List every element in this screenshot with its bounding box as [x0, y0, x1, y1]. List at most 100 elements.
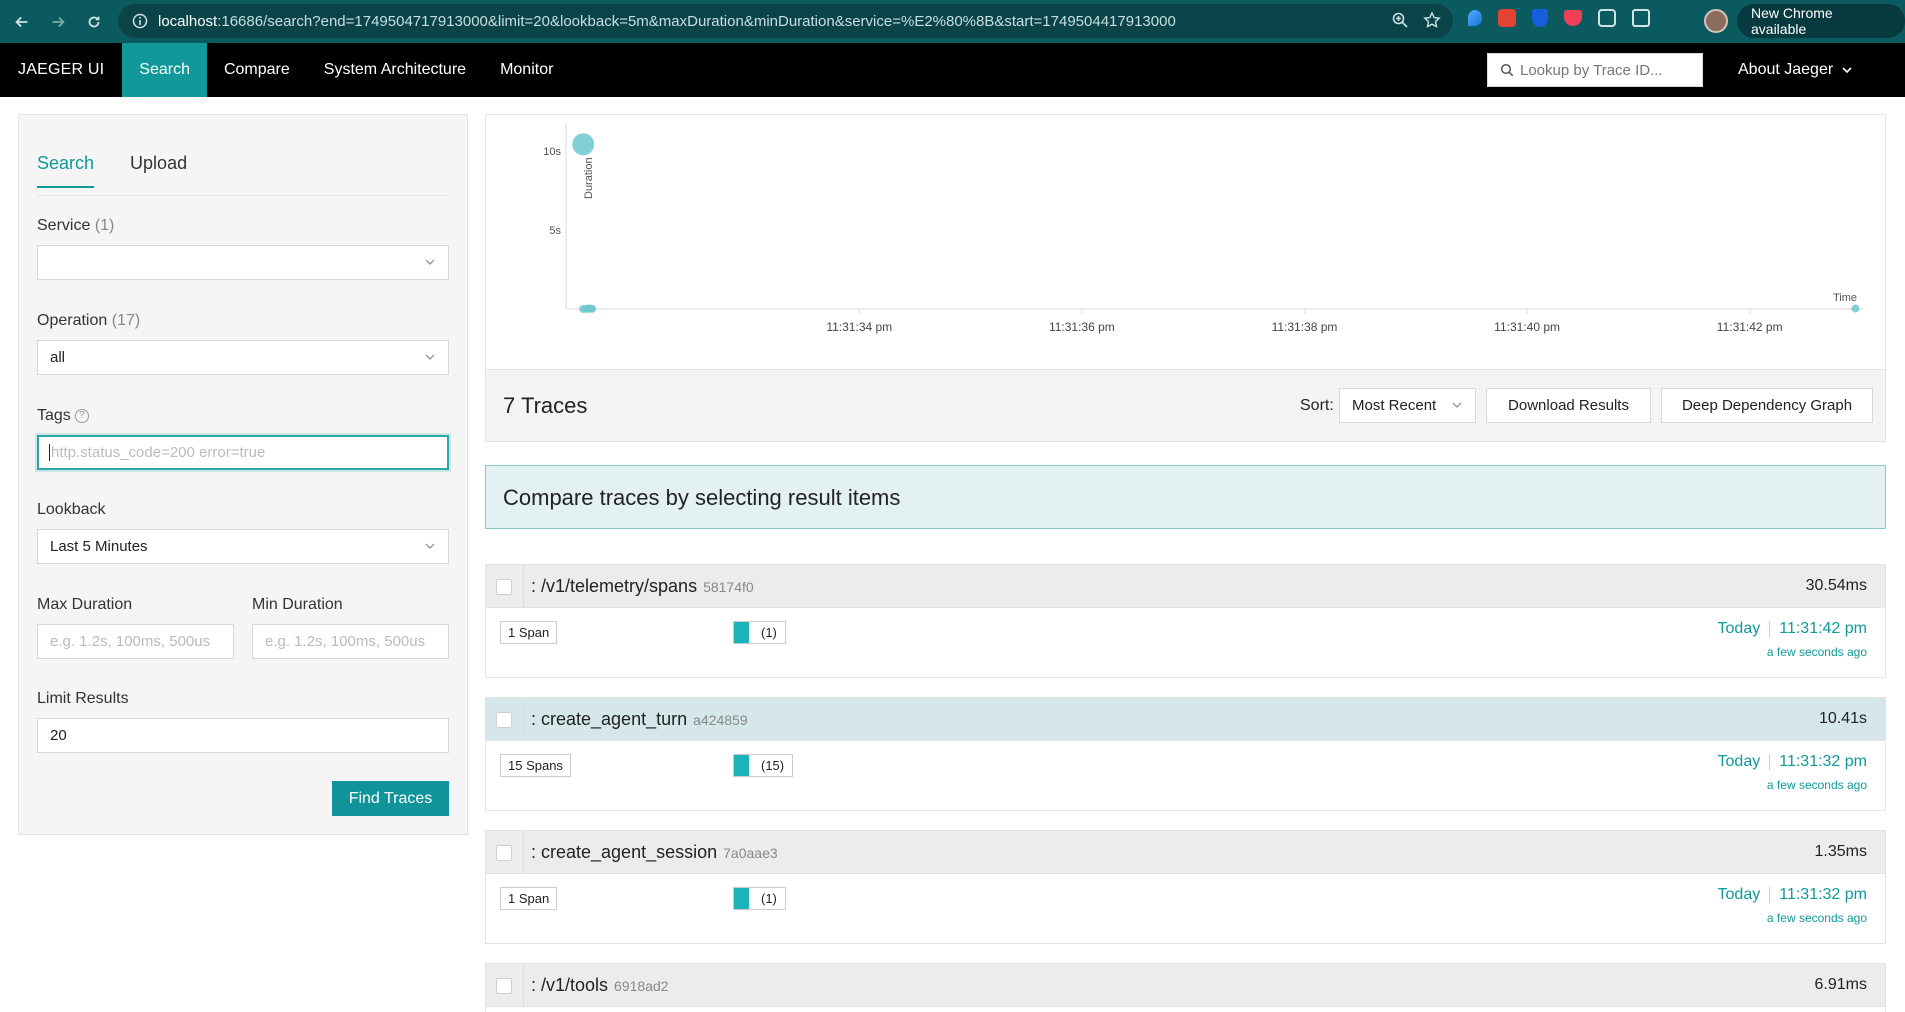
bookmark-star-icon[interactable]: [1423, 11, 1441, 29]
chevron-down-icon: [425, 259, 435, 265]
trace-select-checkbox[interactable]: [496, 978, 512, 994]
about-jaeger-dropdown[interactable]: About Jaeger: [1738, 43, 1853, 97]
trace-select-checkbox[interactable]: [496, 845, 512, 861]
trace-result-item[interactable]: : /v1/telemetry/spans 58174f0 30.54ms 1 S…: [485, 564, 1886, 678]
nav-compare[interactable]: Compare: [207, 43, 307, 97]
y-tick-label: 5s: [549, 225, 561, 237]
x-tick-label: 11:31:34 pm: [826, 320, 892, 334]
tab-search[interactable]: Search: [37, 153, 95, 188]
sort-select-value: Most Recent: [1352, 397, 1437, 414]
browser-toolbar: localhost:16686/search?end=1749504717913…: [0, 0, 1905, 43]
trace-relative-time: a few seconds ago: [1766, 911, 1867, 925]
trace-timestamp: Today 11:31:32 pm: [1717, 753, 1867, 770]
new-chrome-available-button[interactable]: New Chrome available: [1737, 4, 1905, 38]
service-tag: (1): [733, 621, 786, 644]
extension-bitwarden-icon[interactable]: [1532, 9, 1548, 27]
reload-icon[interactable]: [80, 8, 108, 36]
operation-select[interactable]: all: [37, 340, 449, 375]
jaeger-brand-link[interactable]: JAEGER UI: [0, 43, 122, 97]
jaeger-top-nav: JAEGER UI Search Compare System Architec…: [0, 43, 1905, 97]
extension-pocket-icon[interactable]: [1564, 10, 1582, 26]
back-icon[interactable]: [8, 8, 36, 36]
forward-icon[interactable]: [44, 8, 72, 36]
tags-input[interactable]: http.status_code=200 error=true: [37, 435, 449, 470]
search-results-header: 7 Traces Sort: Most Recent Download Resu…: [485, 370, 1886, 442]
trace-title[interactable]: : create_agent_session 7a0aae3: [531, 842, 778, 863]
trace-result-header[interactable]: : create_agent_session 7a0aae3 1.35ms: [486, 831, 1885, 874]
help-icon[interactable]: ?: [74, 409, 89, 423]
service-tag: (1): [733, 887, 786, 910]
search-form-tabs: Search Upload: [37, 153, 187, 188]
trace-result-item[interactable]: : create_agent_turn a424859 10.41s 15 Spa…: [485, 697, 1886, 811]
trace-point: [572, 133, 595, 156]
divider: [523, 698, 524, 741]
trace-result-header[interactable]: : create_agent_turn a424859 10.41s: [486, 698, 1885, 741]
nav-search[interactable]: Search: [122, 43, 207, 97]
x-tick-label: 11:31:38 pm: [1272, 320, 1338, 334]
address-bar[interactable]: localhost:16686/search?end=1749504717913…: [118, 4, 1453, 38]
profile-avatar[interactable]: [1704, 9, 1728, 33]
nav-system-architecture[interactable]: System Architecture: [307, 43, 483, 97]
trace-id-input[interactable]: [1520, 61, 1690, 79]
lookback-select-value: Last 5 Minutes: [50, 538, 148, 555]
zoom-icon[interactable]: [1391, 11, 1409, 29]
trace-relative-time: a few seconds ago: [1766, 645, 1867, 659]
x-tick-label: 11:31:36 pm: [1049, 320, 1115, 334]
extension-gem-icon[interactable]: [1468, 10, 1482, 26]
extension-todoist-icon[interactable]: [1498, 9, 1516, 27]
trace-title[interactable]: : /v1/telemetry/spans 58174f0: [531, 576, 754, 597]
trace-result-header[interactable]: : /v1/telemetry/spans 58174f0 30.54ms: [486, 565, 1885, 608]
x-axis-label: Time: [1833, 292, 1857, 304]
search-form-panel: Search Upload Service (1) Operation (17)…: [18, 114, 468, 835]
trace-result-item[interactable]: : /v1/tools 6918ad2 6.91ms: [485, 963, 1886, 1012]
tags-label: Tags?: [37, 407, 89, 425]
min-duration-label: Min Duration: [252, 596, 343, 613]
trace-relative-time: a few seconds ago: [1766, 778, 1867, 792]
service-select[interactable]: [37, 245, 449, 280]
trace-title[interactable]: : create_agent_turn a424859: [531, 709, 748, 730]
trace-result-header[interactable]: : /v1/tools 6918ad2 6.91ms: [486, 964, 1885, 1007]
chevron-down-icon: [1842, 67, 1852, 74]
limit-results-input[interactable]: 20: [37, 718, 449, 753]
trace-timestamp: Today 11:31:32 pm: [1717, 886, 1867, 903]
span-count-badge: 1 Span: [500, 621, 558, 644]
compare-banner-text: Compare traces by selecting result items: [503, 485, 901, 510]
trace-select-checkbox[interactable]: [496, 579, 512, 595]
y-tick-label: 10s: [543, 146, 561, 158]
trace-point: [588, 304, 597, 313]
compare-traces-banner: Compare traces by selecting result items: [485, 465, 1886, 529]
extensions-puzzle-icon[interactable]: [1632, 9, 1650, 27]
chevron-down-icon: [1452, 402, 1462, 408]
y-axis-label: Duration: [583, 157, 595, 199]
trace-duration: 6.91ms: [1814, 976, 1867, 993]
trace-id-lookup[interactable]: [1487, 53, 1703, 87]
deep-dependency-graph-button[interactable]: Deep Dependency Graph: [1661, 388, 1873, 423]
extension-grid-icon[interactable]: [1598, 9, 1616, 27]
service-tag: (15): [733, 754, 794, 777]
span-count-badge: 1 Span: [500, 887, 558, 910]
site-info-icon[interactable]: [132, 13, 148, 29]
max-duration-label: Max Duration: [37, 596, 133, 613]
max-duration-input[interactable]: e.g. 1.2s, 100ms, 500us: [37, 624, 234, 659]
x-tick-label: 11:31:42 pm: [1717, 320, 1783, 334]
tab-upload[interactable]: Upload: [130, 153, 187, 188]
chevron-down-icon: [425, 543, 435, 549]
divider: [523, 565, 524, 608]
min-duration-input[interactable]: e.g. 1.2s, 100ms, 500us: [252, 624, 449, 659]
trace-result-item[interactable]: : create_agent_session 7a0aae3 1.35ms 1 S…: [485, 830, 1886, 944]
sort-select[interactable]: Most Recent: [1339, 388, 1476, 423]
span-count-badge: 15 Spans: [500, 754, 571, 777]
divider: [523, 831, 524, 874]
trace-select-checkbox[interactable]: [496, 712, 512, 728]
trace-duration: 30.54ms: [1805, 577, 1867, 594]
trace-id: 6918ad2: [614, 978, 669, 994]
download-results-button[interactable]: Download Results: [1486, 388, 1651, 423]
trace-title[interactable]: : /v1/tools 6918ad2: [531, 975, 669, 996]
lookback-select[interactable]: Last 5 Minutes: [37, 529, 449, 564]
operation-select-value: all: [50, 349, 66, 366]
find-traces-button[interactable]: Find Traces: [332, 781, 449, 816]
service-color-swatch: [734, 622, 749, 643]
divider: [523, 964, 524, 1007]
nav-monitor[interactable]: Monitor: [483, 43, 570, 97]
search-icon: [1500, 63, 1514, 77]
